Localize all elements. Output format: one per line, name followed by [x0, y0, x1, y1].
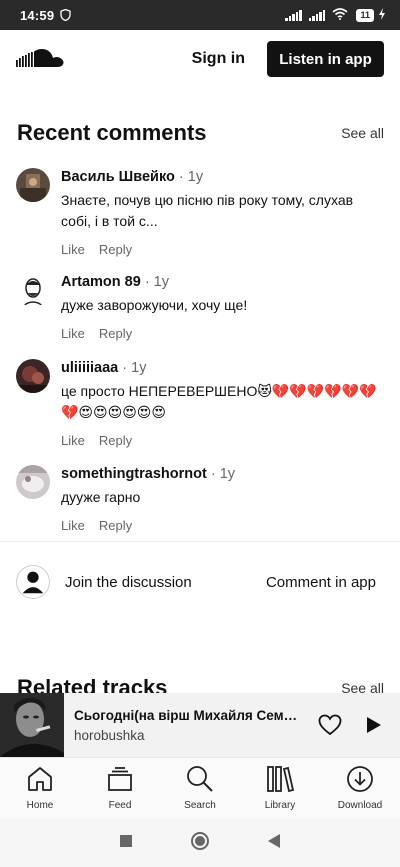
- tab-search[interactable]: Search: [160, 758, 240, 819]
- tab-label: Search: [184, 800, 216, 811]
- comment-item: somethingtrashornot · 1y дууже гарно Lik…: [16, 465, 384, 535]
- join-discussion-row: Join the discussion Comment in app: [16, 565, 376, 599]
- app-header: Sign in Listen in app: [0, 30, 400, 88]
- download-icon: [347, 766, 373, 792]
- shield-icon: [60, 8, 71, 22]
- comment-author[interactable]: uliiiiiaaa: [61, 360, 118, 376]
- soundcloud-logo-icon[interactable]: [16, 47, 64, 71]
- status-time: 14:59: [20, 7, 55, 23]
- like-button[interactable]: Like: [61, 326, 85, 341]
- mini-player[interactable]: Сьогодні(на вірш Михайля Семен… horobush…: [0, 693, 400, 757]
- track-artwork[interactable]: [0, 693, 64, 757]
- listen-in-app-button[interactable]: Listen in app: [267, 41, 384, 77]
- user-avatar-icon: [16, 565, 50, 599]
- comment-time: 1y: [187, 169, 204, 185]
- avatar[interactable]: [16, 359, 50, 393]
- comment-text: дуже заворожуючи, хочу ще!: [61, 297, 248, 313]
- join-discussion-label[interactable]: Join the discussion: [65, 574, 192, 591]
- comment-in-app-button[interactable]: Comment in app: [266, 574, 376, 591]
- tab-feed[interactable]: Feed: [80, 758, 160, 819]
- cell-signal-icon: [285, 9, 302, 21]
- charging-icon: [378, 7, 386, 23]
- comment-item: uliiiiiaaa · 1y це просто НЕПЕРЕВЕРШЕНО😻…: [16, 359, 384, 449]
- cell-signal-icon: [308, 9, 326, 21]
- feed-icon: [108, 767, 132, 791]
- reply-button[interactable]: Reply: [99, 518, 132, 533]
- comment-author[interactable]: Василь Швейко: [61, 169, 175, 185]
- tab-label: Home: [26, 800, 54, 811]
- comment-time: 1y: [131, 360, 147, 376]
- avatar[interactable]: [16, 273, 50, 307]
- comment-item: Василь Швейко · 1y Знаєте, почув цю пісн…: [16, 168, 384, 258]
- wifi-icon: [332, 7, 349, 23]
- tab-home[interactable]: Home: [0, 758, 80, 819]
- avatar[interactable]: [16, 465, 50, 499]
- system-nav-bar: [0, 819, 400, 867]
- comment-meta: uliiiiiaaa · 1y: [61, 360, 147, 376]
- battery-indicator: 11: [356, 8, 374, 22]
- avatar[interactable]: [16, 168, 50, 202]
- comment-author[interactable]: Artamon 89: [61, 274, 141, 290]
- player-artist[interactable]: horobushka: [74, 728, 302, 743]
- comment-meta: Artamon 89 · 1y: [61, 274, 169, 290]
- tab-label: Feed: [108, 800, 132, 811]
- comment-time: 1y: [219, 466, 236, 482]
- search-icon: [187, 766, 213, 792]
- like-button[interactable]: Like: [61, 518, 85, 533]
- tab-label: Download: [337, 800, 383, 811]
- comment-text: дууже гарно: [61, 489, 141, 505]
- status-bar: 14:59 11: [0, 0, 400, 30]
- comment-meta: somethingtrashornot · 1y: [61, 466, 236, 482]
- player-track-title[interactable]: Сьогодні(на вірш Михайля Семен…: [74, 708, 302, 723]
- bottom-tab-bar: Home Feed Search Library Download: [0, 757, 400, 819]
- like-button[interactable]: Like: [61, 242, 85, 257]
- recent-comments-header: Recent comments See all: [17, 120, 384, 146]
- like-heart-icon[interactable]: [318, 714, 342, 736]
- reply-button[interactable]: Reply: [99, 242, 132, 257]
- reply-button[interactable]: Reply: [99, 433, 132, 448]
- tab-library[interactable]: Library: [240, 758, 320, 819]
- tab-download[interactable]: Download: [320, 758, 400, 819]
- sign-in-link[interactable]: Sign in: [192, 50, 245, 68]
- like-button[interactable]: Like: [61, 433, 85, 448]
- see-all-comments-link[interactable]: See all: [341, 125, 384, 141]
- comment-text: це просто НЕПЕРЕВЕРШЕНО😻💔💔💔💔💔💔💔😍😍😍😍😍😍: [61, 383, 377, 420]
- library-icon: [267, 766, 295, 793]
- recents-square-icon[interactable]: [119, 834, 133, 853]
- home-circle-icon[interactable]: [190, 831, 210, 856]
- back-triangle-icon[interactable]: [267, 833, 281, 854]
- play-icon[interactable]: [366, 716, 382, 734]
- comment-time: 1y: [153, 274, 169, 290]
- comment-item: Artamon 89 · 1y дуже заворожуючи, хочу щ…: [16, 273, 384, 343]
- divider: [0, 541, 400, 542]
- tab-label: Library: [264, 800, 296, 811]
- home-icon: [28, 767, 52, 791]
- comment-author[interactable]: somethingtrashornot: [61, 466, 207, 482]
- reply-button[interactable]: Reply: [99, 326, 132, 341]
- section-title: Recent comments: [17, 120, 207, 145]
- comment-meta: Василь Швейко · 1y: [61, 169, 204, 185]
- comment-text: Знаєте, почув цю пісню пів року тому, сл…: [61, 192, 354, 229]
